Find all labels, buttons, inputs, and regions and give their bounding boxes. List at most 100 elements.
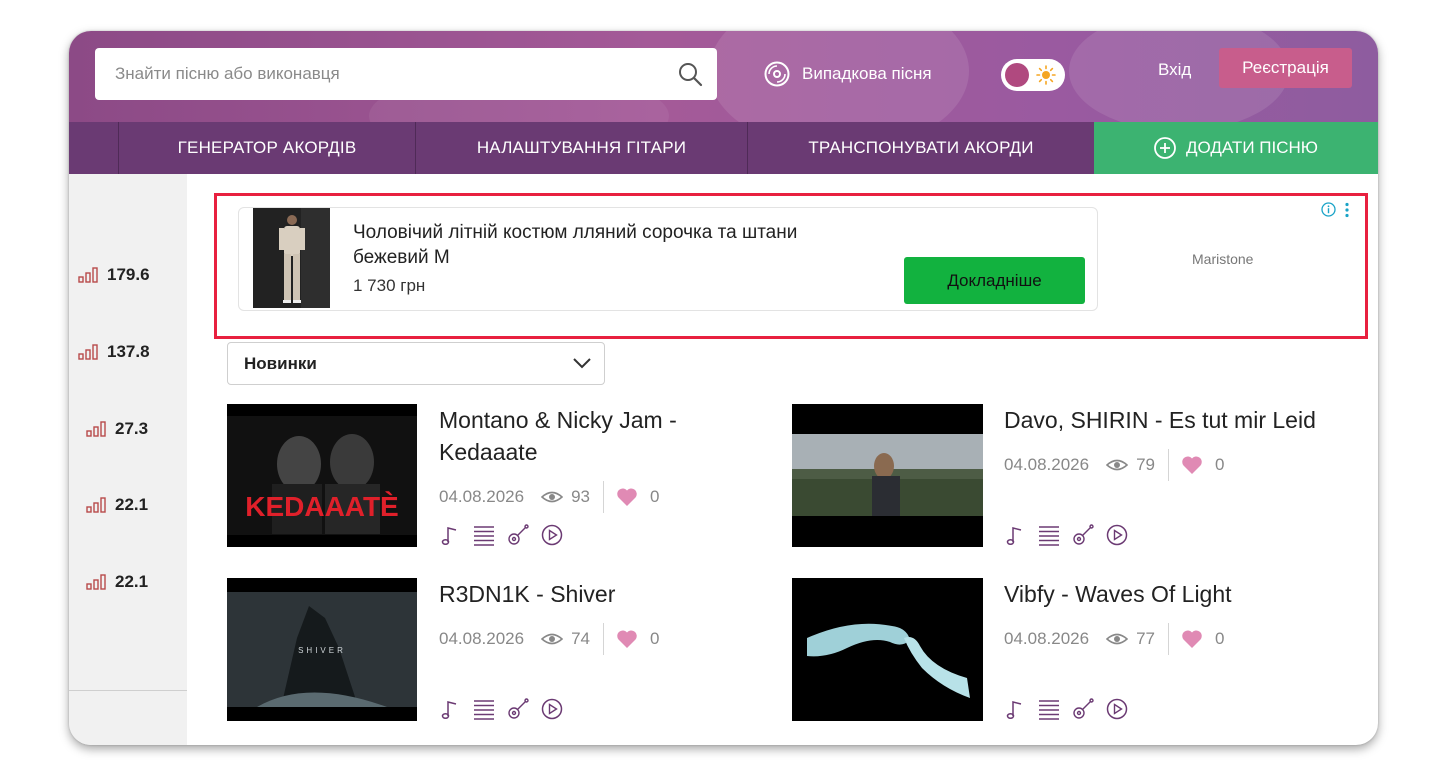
cover-art: KEDAAATÈ bbox=[227, 404, 417, 547]
ad-product-image[interactable] bbox=[253, 208, 330, 308]
song-meta: 04.08.2026 79 0 bbox=[1004, 449, 1224, 481]
stat-value: 27.3 bbox=[115, 419, 149, 438]
song-thumbnail[interactable]: SHIVER bbox=[227, 578, 417, 721]
sun-icon bbox=[1036, 65, 1056, 85]
heart-icon[interactable] bbox=[616, 629, 638, 649]
music-note-icon[interactable] bbox=[1004, 698, 1026, 720]
song-title[interactable]: Davo, SHIRIN - Es tut mir Leid bbox=[1004, 404, 1344, 436]
add-song-button[interactable]: ДОДАТИ ПІСНЮ bbox=[1094, 122, 1378, 174]
sidebar-divider bbox=[69, 690, 187, 691]
song-thumbnail[interactable]: KEDAAATÈ bbox=[227, 404, 417, 547]
theme-toggle[interactable] bbox=[1001, 59, 1065, 91]
bar-chart-icon bbox=[86, 574, 106, 590]
search-icon[interactable] bbox=[677, 61, 703, 87]
guitar-icon[interactable] bbox=[507, 698, 529, 720]
sidebar-stat[interactable]: 137.8 bbox=[78, 342, 150, 362]
song-likes: 0 bbox=[650, 487, 660, 506]
eye-icon bbox=[541, 633, 564, 645]
login-link[interactable]: Вхід bbox=[1158, 59, 1191, 81]
ad-banner: Чоловічий літній костюм лляний сорочка т… bbox=[214, 193, 1368, 339]
eye-icon bbox=[1106, 633, 1129, 645]
play-circle-icon[interactable] bbox=[541, 698, 563, 720]
nav-chord-generator[interactable]: ГЕНЕРАТОР АКОРДІВ bbox=[118, 122, 415, 174]
lyrics-icon[interactable] bbox=[473, 524, 495, 546]
guitar-icon[interactable] bbox=[1072, 524, 1094, 546]
song-title[interactable]: Montano & Nicky Jam - Kedaaate bbox=[439, 404, 739, 468]
ad-brand[interactable]: Maristone bbox=[1192, 251, 1253, 267]
ad-details-button[interactable]: Докладніше bbox=[904, 257, 1085, 304]
song-meta: 04.08.2026 74 0 bbox=[439, 623, 659, 655]
song-date: 04.08.2026 bbox=[439, 487, 525, 506]
music-note-icon[interactable] bbox=[439, 698, 461, 720]
sidebar-stat[interactable]: 22.1 bbox=[86, 572, 148, 592]
song-thumbnail[interactable] bbox=[792, 404, 983, 547]
disc-icon bbox=[764, 61, 790, 87]
song-tools bbox=[1004, 698, 1140, 720]
heart-icon[interactable] bbox=[1181, 629, 1203, 649]
stat-value: 22.1 bbox=[115, 495, 149, 514]
header: Випадкова пісня Вхід Реєстрація bbox=[69, 31, 1378, 122]
guitar-icon[interactable] bbox=[507, 524, 529, 546]
search-box bbox=[95, 48, 717, 100]
main-nav: ГЕНЕРАТОР АКОРДІВ НАЛАШТУВАННЯ ГІТАРИ ТР… bbox=[69, 122, 1378, 174]
nav-transpose-chords[interactable]: ТРАНСПОНУВАТИ АКОРДИ bbox=[747, 122, 1094, 174]
eye-icon bbox=[541, 491, 564, 503]
stat-value: 137.8 bbox=[107, 342, 150, 361]
song-date: 04.08.2026 bbox=[439, 629, 525, 648]
bar-chart-icon bbox=[78, 344, 98, 360]
random-song-label: Випадкова пісня bbox=[802, 64, 932, 83]
lyrics-icon[interactable] bbox=[1038, 524, 1060, 546]
lyrics-icon[interactable] bbox=[1038, 698, 1060, 720]
register-button[interactable]: Реєстрація bbox=[1219, 48, 1352, 88]
song-card: Davo, SHIRIN - Es tut mir Leid 04.08.202… bbox=[792, 404, 1352, 554]
heart-icon[interactable] bbox=[616, 487, 638, 507]
eye-icon bbox=[1106, 459, 1129, 471]
song-views: 93 bbox=[571, 487, 591, 506]
music-note-icon[interactable] bbox=[1004, 524, 1026, 546]
meta-separator bbox=[1168, 623, 1170, 655]
cover-art bbox=[792, 578, 983, 721]
more-options-icon[interactable] bbox=[1344, 202, 1350, 218]
ad-card[interactable]: Чоловічий літній костюм лляний сорочка т… bbox=[238, 207, 1098, 311]
sidebar bbox=[69, 174, 187, 745]
song-views: 77 bbox=[1136, 629, 1156, 648]
stat-value: 22.1 bbox=[115, 572, 149, 591]
song-likes: 0 bbox=[650, 629, 660, 648]
sort-dropdown[interactable]: Новинки bbox=[227, 342, 605, 385]
sidebar-stat[interactable]: 179.6 bbox=[78, 265, 150, 285]
song-title[interactable]: Vibfy - Waves Of Light bbox=[1004, 578, 1344, 610]
chevron-down-icon bbox=[573, 358, 591, 369]
random-song-link[interactable]: Випадкова пісня bbox=[764, 60, 932, 88]
song-tools bbox=[1004, 524, 1140, 546]
guitar-icon[interactable] bbox=[1072, 698, 1094, 720]
song-date: 04.08.2026 bbox=[1004, 629, 1090, 648]
lyrics-icon[interactable] bbox=[473, 698, 495, 720]
play-circle-icon[interactable] bbox=[1106, 524, 1128, 546]
plus-circle-icon bbox=[1154, 137, 1176, 159]
app-frame: Випадкова пісня Вхід Реєстрація ГЕНЕРАТО… bbox=[69, 31, 1378, 745]
cover-art: SHIVER bbox=[227, 578, 417, 721]
cover-title: KEDAAATÈ bbox=[245, 491, 398, 522]
song-meta: 04.08.2026 77 0 bbox=[1004, 623, 1224, 655]
info-icon[interactable] bbox=[1321, 202, 1336, 217]
cover-title: SHIVER bbox=[298, 646, 346, 655]
ad-price: 1 730 грн bbox=[353, 276, 426, 295]
nav-guitar-tuning[interactable]: НАЛАШТУВАННЯ ГІТАРИ bbox=[415, 122, 747, 174]
play-circle-icon[interactable] bbox=[541, 524, 563, 546]
search-input[interactable] bbox=[95, 48, 675, 100]
toggle-knob bbox=[1005, 63, 1029, 87]
song-views: 74 bbox=[571, 629, 591, 648]
music-note-icon[interactable] bbox=[439, 524, 461, 546]
sidebar-stat[interactable]: 27.3 bbox=[86, 419, 148, 439]
ad-title[interactable]: Чоловічий літній костюм лляний сорочка т… bbox=[353, 220, 873, 270]
song-likes: 0 bbox=[1215, 455, 1225, 474]
song-title[interactable]: R3DN1K - Shiver bbox=[439, 578, 739, 610]
product-photo bbox=[253, 208, 330, 308]
heart-icon[interactable] bbox=[1181, 455, 1203, 475]
song-tools bbox=[439, 524, 575, 546]
song-meta: 04.08.2026 93 0 bbox=[439, 481, 659, 513]
song-likes: 0 bbox=[1215, 629, 1225, 648]
play-circle-icon[interactable] bbox=[1106, 698, 1128, 720]
song-thumbnail[interactable] bbox=[792, 578, 983, 721]
sidebar-stat[interactable]: 22.1 bbox=[86, 495, 148, 515]
